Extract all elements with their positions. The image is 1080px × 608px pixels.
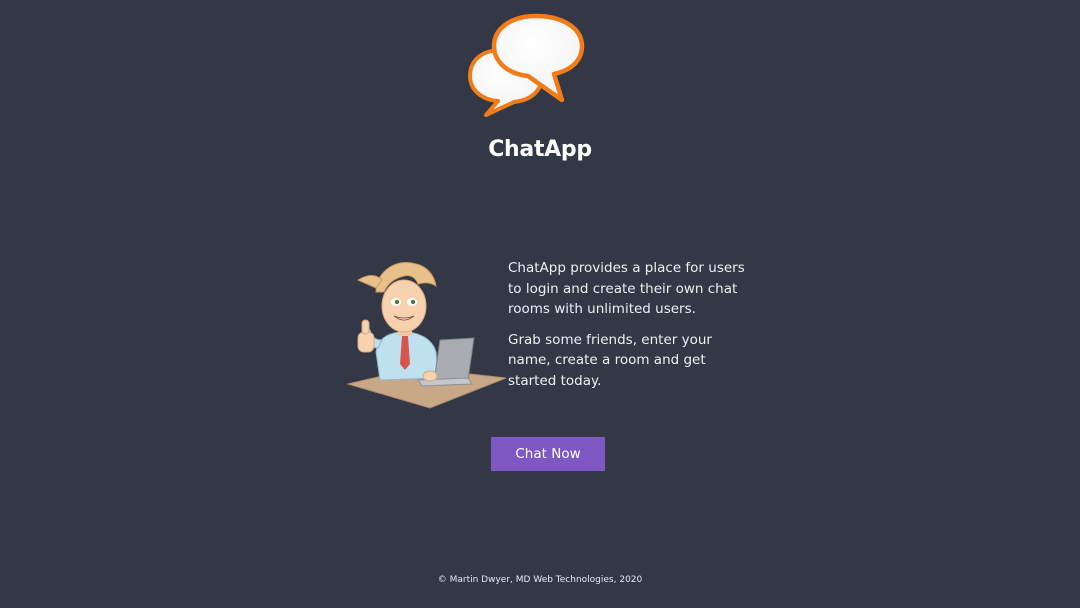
intro-paragraph-2: Grab some friends, enter your name, crea… — [508, 331, 712, 389]
intro-paragraph-1: ChatApp provides a place for users to lo… — [508, 260, 745, 317]
intro-text: ChatApp provides a place for users to lo… — [508, 258, 758, 401]
head-shape — [381, 279, 427, 333]
thumb-fist-shape — [357, 331, 375, 353]
chat-now-button[interactable]: Chat Now — [491, 437, 605, 471]
laptop-screen-shape — [433, 337, 475, 383]
developer-thumbs-up-illustration — [346, 262, 507, 409]
footer-copyright: © Martin Dwyer, MD Web Technologies, 202… — [437, 575, 643, 585]
speech-bubbles-icon — [468, 13, 585, 117]
app-title: ChatApp — [488, 137, 592, 162]
